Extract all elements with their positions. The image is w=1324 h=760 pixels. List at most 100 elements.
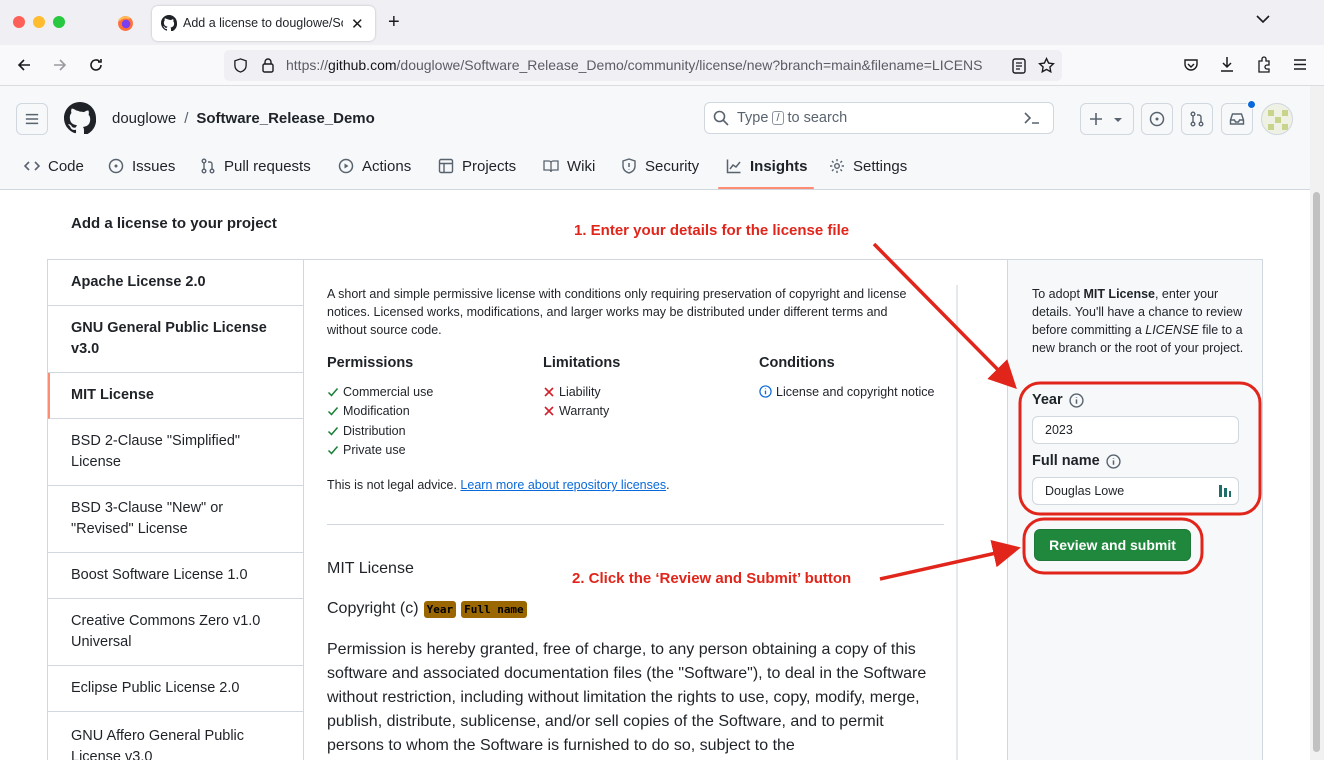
search-input[interactable]: Type / to search <box>704 102 1054 134</box>
page-scrollbar[interactable] <box>1310 86 1324 760</box>
reader-view-icon[interactable] <box>1012 58 1026 74</box>
scrollbar-thumb[interactable] <box>1313 192 1320 752</box>
hamburger-button[interactable] <box>16 103 48 135</box>
downloads-icon[interactable] <box>1219 56 1235 73</box>
info-icon <box>759 385 772 398</box>
forward-icon[interactable] <box>52 57 68 73</box>
tab-code[interactable]: Code <box>24 151 84 181</box>
full-name-input[interactable]: Douglas Lowe <box>1032 477 1239 505</box>
check-icon <box>327 425 339 437</box>
info-icon[interactable] <box>1106 453 1121 469</box>
extensions-icon[interactable] <box>1256 56 1272 73</box>
tab-wiki[interactable]: Wiki <box>543 151 595 181</box>
tab-label: Wiki <box>567 157 596 175</box>
shield-tracking-icon[interactable] <box>233 58 248 73</box>
reload-icon[interactable] <box>88 57 104 73</box>
issues-button[interactable] <box>1141 103 1173 135</box>
tab-pull-requests[interactable]: Pull requests <box>200 151 311 181</box>
limitations-list: Liability Warranty <box>543 382 609 421</box>
tab-label: Code <box>48 157 84 175</box>
tab-insights[interactable]: Insights <box>726 151 808 181</box>
minimize-window-button[interactable] <box>33 16 45 28</box>
code-icon <box>24 158 40 174</box>
tab-label: Projects <box>462 157 517 175</box>
limitation-label: Liability <box>559 384 601 399</box>
active-tab[interactable]: Add a license to douglowe/Softw ✕ <box>152 6 375 41</box>
form-intro: To adopt MIT License, enter your details… <box>1032 285 1247 357</box>
license-details-panel: A short and simple permissive license wi… <box>304 259 1008 760</box>
review-and-submit-button[interactable]: Review and submit <box>1034 529 1191 561</box>
lock-icon[interactable] <box>261 57 275 73</box>
limitation-item: Liability <box>543 382 609 402</box>
license-option-cc0[interactable]: Creative Commons Zero v1.0 Universal <box>48 599 303 666</box>
license-option-bsd2[interactable]: BSD 2-Clause "Simplified" License <box>48 419 303 486</box>
tab-label: Pull requests <box>224 157 311 175</box>
tab-actions[interactable]: Actions <box>338 151 411 181</box>
breadcrumb: douglowe / Software_Release_Demo <box>112 110 375 127</box>
divider <box>327 524 944 525</box>
license-paragraph: Permission is hereby granted, free of ch… <box>327 641 927 754</box>
condition-item: License and copyright notice <box>759 382 934 402</box>
menu-icon[interactable] <box>1292 57 1308 72</box>
license-text-scrollbar[interactable] <box>956 285 958 760</box>
tab-label: Security <box>645 157 700 175</box>
tab-issues[interactable]: Issues <box>108 151 175 181</box>
license-option-agpl3[interactable]: GNU Affero General Public License v3.0 <box>48 712 303 760</box>
url-text[interactable]: https://github.com/douglowe/Software_Rel… <box>286 57 1004 73</box>
issue-icon <box>108 158 124 174</box>
tab-list-chevron-icon[interactable] <box>1256 14 1270 24</box>
close-tab-icon[interactable]: ✕ <box>351 15 364 33</box>
tab-title: Add a license to douglowe/Softw <box>183 16 343 30</box>
password-manager-icon[interactable] <box>1218 484 1232 498</box>
command-palette-icon[interactable] <box>1023 110 1041 126</box>
zoom-window-button[interactable] <box>53 16 65 28</box>
pocket-icon[interactable] <box>1183 57 1199 73</box>
check-icon <box>327 405 339 417</box>
annotation-step-2: 2. Click the ‘Review and Submit’ button <box>572 570 852 587</box>
limitations-heading: Limitations <box>543 355 621 371</box>
breadcrumb-separator: / <box>184 110 189 127</box>
github-favicon-icon <box>161 15 177 31</box>
search-placeholder-rest: to search <box>787 110 848 126</box>
create-new-button[interactable] <box>1080 103 1134 135</box>
tab-security[interactable]: Security <box>621 151 699 181</box>
license-option-gpl3[interactable]: GNU General Public License v3.0 <box>48 306 303 373</box>
gear-icon <box>829 158 845 174</box>
tab-settings[interactable]: Settings <box>829 151 907 181</box>
full-name-label: Full name <box>1032 453 1121 469</box>
permission-label: Commercial use <box>343 384 434 399</box>
back-icon[interactable] <box>16 57 32 73</box>
copyright-line: Copyright (c) Year Full name <box>327 600 527 618</box>
repo-owner-link[interactable]: douglowe <box>112 110 176 127</box>
avatar[interactable] <box>1261 103 1293 135</box>
repo-name-link[interactable]: Software_Release_Demo <box>196 110 374 127</box>
selected-tab-underline <box>718 187 814 189</box>
permission-item: Distribution <box>327 421 433 441</box>
new-tab-icon[interactable]: + <box>388 11 400 34</box>
github-logo-icon[interactable] <box>64 102 96 134</box>
firefox-icon[interactable] <box>117 15 134 32</box>
permissions-heading: Permissions <box>327 355 414 371</box>
license-option-boost[interactable]: Boost Software License 1.0 <box>48 553 303 599</box>
pull-requests-button[interactable] <box>1181 103 1213 135</box>
tab-projects[interactable]: Projects <box>438 151 516 181</box>
annotation-step-1: 1. Enter your details for the license fi… <box>574 222 850 239</box>
table-icon <box>438 158 454 174</box>
learn-more-link[interactable]: Learn more about repository licenses <box>460 478 666 492</box>
info-icon[interactable] <box>1069 392 1084 408</box>
license-option-mit[interactable]: MIT License <box>48 373 303 419</box>
close-window-button[interactable] <box>13 16 25 28</box>
license-option-apache[interactable]: Apache License 2.0 <box>48 260 303 306</box>
license-option-epl2[interactable]: Eclipse Public License 2.0 <box>48 666 303 712</box>
license-option-bsd3[interactable]: BSD 3-Clause "New" or "Revised" License <box>48 486 303 553</box>
inbox-button[interactable] <box>1221 100 1256 135</box>
book-icon <box>543 158 559 174</box>
x-icon <box>543 405 555 417</box>
browser-toolbar: https://github.com/douglowe/Software_Rel… <box>0 45 1324 86</box>
url-bar[interactable]: https://github.com/douglowe/Software_Rel… <box>224 50 1062 81</box>
permission-item: Private use <box>327 441 433 461</box>
year-input[interactable]: 2023 <box>1032 416 1239 444</box>
intro-license-name: MIT License <box>1083 287 1155 301</box>
bookmark-star-icon[interactable] <box>1038 57 1055 74</box>
legal-text: This is not legal advice. <box>327 478 457 492</box>
